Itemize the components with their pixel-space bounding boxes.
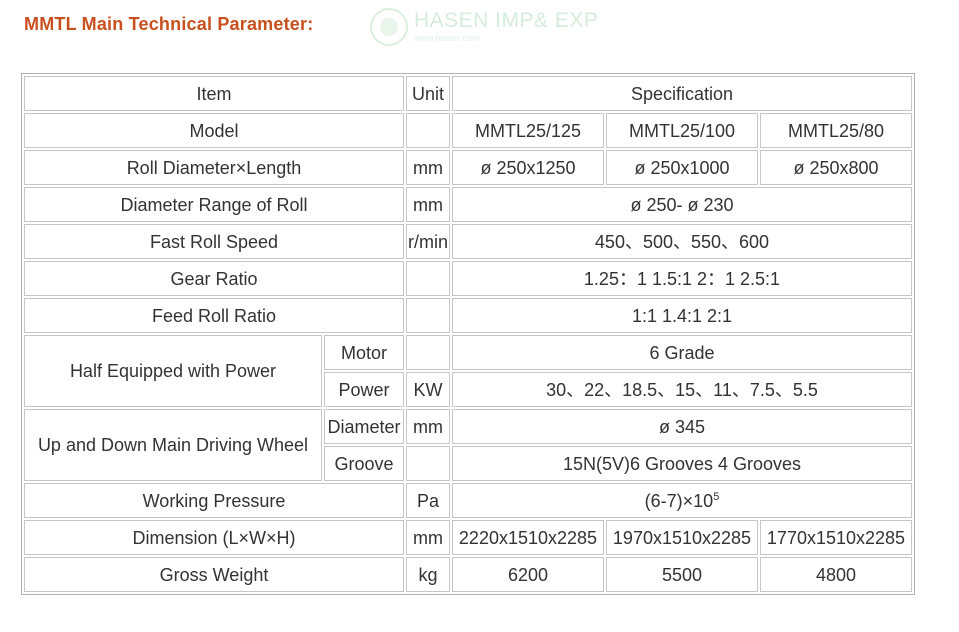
table-row-diameter-range: Diameter Range of Roll mm ø 250- ø 230 [24,187,912,222]
row-unit: mm [406,409,450,444]
row-unit [406,113,450,148]
table-row-wheel-diameter: Up and Down Main Driving Wheel Diameter … [24,409,912,481]
watermark-logo-icon [370,8,408,46]
table-row-model: Model MMTL25/125 MMTL25/100 MMTL25/80 [24,113,912,148]
row-unit: kg [406,557,450,592]
table-row-gross-weight: Gross Weight kg 6200 5500 4800 [24,557,912,592]
row-unit [406,335,450,370]
pressure-exponent: 5 [713,490,720,503]
pressure-base: (6-7)×10 [644,490,714,511]
fast-roll-speed-value: 450、500、550、600 [452,224,912,259]
header-specification: Specification [452,76,912,111]
row-unit [406,298,450,333]
page-title: MMTL Main Technical Parameter: [24,14,314,34]
row-sublabel: Diameter [324,409,404,444]
table-header-row: Item Unit Specification [24,76,912,111]
gross-weight-value: 4800 [760,557,912,592]
row-unit [406,446,450,481]
groove-value: 15N(5V)6 Grooves 4 Grooves [452,446,912,481]
table-row-roll-diameter-length: Roll Diameter×Length mm ø 250x1250 ø 250… [24,150,912,185]
row-label: Roll Diameter×Length [24,150,404,185]
roll-size-value: ø 250x1250 [452,150,604,185]
table-row-fast-roll-speed: Fast Roll Speed r/min 450、500、550、600 [24,224,912,259]
roll-size-value: ø 250x800 [760,150,912,185]
model-value: MMTL25/125 [452,113,604,148]
row-label: Feed Roll Ratio [24,298,404,333]
row-sublabel: Groove [324,446,404,481]
dimension-value: 2220x1510x2285 [452,520,604,555]
gear-ratio-value: 1.25：1 1.5:1 2：1 2.5:1 [452,261,912,296]
header-item: Item [24,76,404,111]
table-row-motor: Half Equipped with Power Motor 6 Grade [24,335,912,407]
row-unit [406,261,450,296]
row-sublabel: Motor [324,335,404,370]
table-row-feed-roll-ratio: Feed Roll Ratio 1:1 1.4:1 2:1 [24,298,912,333]
gross-weight-value: 6200 [452,557,604,592]
watermark-text: HASEN IMP& EXP [414,9,599,32]
technical-parameter-table: Item Unit Specification Model MMTL25/125… [21,73,915,595]
wheel-diameter-value: ø 345 [452,409,912,444]
watermark-subtext: www.hasen.com [414,33,480,43]
row-sublabel: Power [324,372,404,407]
table-row-gear-ratio: Gear Ratio 1.25：1 1.5:1 2：1 2.5:1 [24,261,912,296]
row-label: Half Equipped with Power [24,335,322,407]
row-label: Gear Ratio [24,261,404,296]
row-label: Dimension (L×W×H) [24,520,404,555]
gross-weight-value: 5500 [606,557,758,592]
row-unit: KW [406,372,450,407]
table-row-dimension: Dimension (L×W×H) mm 2220x1510x2285 1970… [24,520,912,555]
dimension-value: 1970x1510x2285 [606,520,758,555]
motor-value: 6 Grade [452,335,912,370]
dimension-value: 1770x1510x2285 [760,520,912,555]
row-unit: mm [406,520,450,555]
row-label: Model [24,113,404,148]
row-label: Fast Roll Speed [24,224,404,259]
table-row-working-pressure: Working Pressure Pa (6-7)×105 [24,483,912,518]
roll-size-value: ø 250x1000 [606,150,758,185]
row-unit: r/min [406,224,450,259]
working-pressure-value: (6-7)×105 [452,483,912,518]
row-label: Diameter Range of Roll [24,187,404,222]
header-unit: Unit [406,76,450,111]
row-label: Gross Weight [24,557,404,592]
power-value: 30、22、18.5、15、11、7.5、5.5 [452,372,912,407]
model-value: MMTL25/100 [606,113,758,148]
model-value: MMTL25/80 [760,113,912,148]
row-unit: mm [406,150,450,185]
row-label: Working Pressure [24,483,404,518]
row-label: Up and Down Main Driving Wheel [24,409,322,481]
row-unit: Pa [406,483,450,518]
diameter-range-value: ø 250- ø 230 [452,187,912,222]
watermark: HASEN IMP& EXP www.hasen.com [370,8,598,46]
row-unit: mm [406,187,450,222]
feed-roll-ratio-value: 1:1 1.4:1 2:1 [452,298,912,333]
